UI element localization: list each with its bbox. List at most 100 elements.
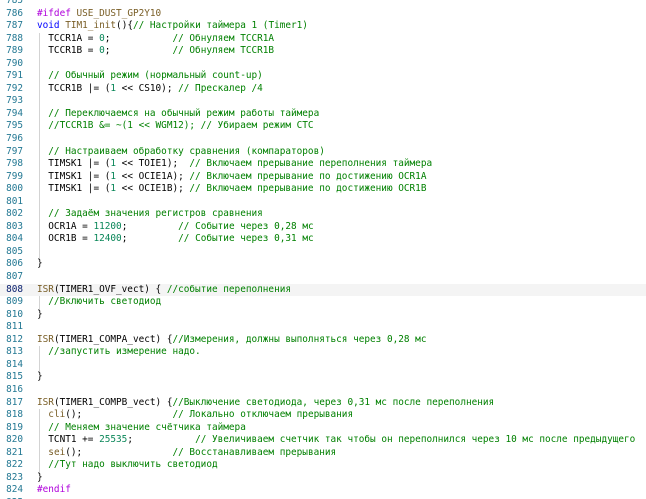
line-text: // Задаём значения регистров сравнения (37, 208, 263, 221)
line-text: //Тут надо выключить светодиод (37, 459, 218, 472)
code-line[interactable]: 786 #ifdef USE_DUST_GP2Y10 (0, 8, 646, 21)
line-number: 808 (6, 283, 23, 295)
code-line[interactable]: 789 TCCR1B = 0; // Обнуляем TCCR1B (0, 45, 646, 58)
code-line[interactable]: 804 OCR1B = 12400; // Событие через 0,31… (0, 233, 646, 246)
code-token-com: // Восстанавливаем прерывания (172, 446, 337, 458)
code-token-com: // Прескалер /4 (178, 82, 263, 94)
line-number: 795 (6, 120, 23, 132)
code-token-plain: ; (121, 233, 179, 245)
code-line[interactable]: 807 (0, 271, 646, 284)
code-line[interactable]: 802 // Задаём значения регистров сравнен… (0, 208, 646, 221)
line-text: TCCR1B |= (1 << CS10); // Прескалер /4 (37, 83, 263, 96)
code-token-com: //Включить светодиод (37, 296, 162, 308)
code-token-plain: OCR1B = (37, 233, 94, 245)
code-token-com: // Включаем прерывание по достижению OCR… (189, 183, 427, 195)
line-number: 805 (6, 245, 23, 257)
line-text: OCR1B = 12400; // Событие через 0,31 мс (37, 233, 313, 246)
code-line[interactable]: 797 // Настраиваем обработку сравнения (… (0, 145, 646, 159)
line-number: 819 (6, 421, 23, 433)
code-line[interactable]: 796 (0, 133, 646, 146)
line-number: 803 (6, 220, 23, 232)
line-number: 813 (6, 346, 23, 358)
line-text: TIMSK1 |= (1 << OCIE1A); // Включаем пре… (37, 171, 426, 184)
code-line[interactable]: 794 // Переключаемся на обычный режим ра… (0, 107, 646, 121)
line-number: 785 (6, 0, 23, 6)
code-line[interactable]: 801 (0, 195, 646, 209)
code-token-fn: sei (48, 446, 66, 458)
line-number: 817 (6, 396, 23, 408)
code-line[interactable]: 811 (0, 321, 646, 334)
code-line[interactable]: 792 TCCR1B |= (1 << CS10); // Прескалер … (0, 82, 646, 96)
line-number: 787 (6, 20, 23, 32)
line-text: #endif (37, 484, 71, 497)
code-line[interactable]: 821 sei(); // Восстанавливаем прерывания (0, 446, 646, 460)
line-number: 791 (6, 70, 23, 82)
code-line[interactable]: 819 // Меняем значение счётчика таймера (0, 421, 646, 435)
code-line[interactable]: 823} (0, 472, 646, 485)
line-number: 811 (6, 321, 23, 333)
code-line[interactable]: 822 //Тут надо выключить светодиод (0, 459, 646, 472)
code-line[interactable]: 820 TCNT1 += 25535; // Увеличиваем счетч… (0, 434, 646, 447)
code-token-com: // Настраиваем обработку сравнения (комп… (37, 145, 325, 157)
code-line[interactable]: 809 //Включить светодиод (0, 296, 646, 309)
code-token-com: //Измерения, должны выполняться через 0,… (172, 333, 427, 345)
code-line[interactable]: 787 void TIM1_init(){// Настройки таймера… (0, 20, 646, 33)
line-number: 802 (6, 208, 23, 220)
code-line[interactable]: 788 TCCR1A = 0; // Обнуляем TCCR1A (0, 32, 646, 46)
line-text: ISR(TIMER1_OVF_vect) { //событие перепол… (37, 284, 291, 297)
code-line[interactable]: 824 #endif (0, 484, 646, 497)
code-line[interactable]: 793 (0, 95, 646, 108)
code-token-plain: (TIMER1_COMPB_vect) { (53, 396, 173, 408)
line-text: } (37, 371, 43, 384)
code-line[interactable]: 806} (0, 258, 646, 271)
code-token-com: // Меняем значение счётчика таймера (37, 421, 246, 433)
code-line[interactable]: 790 (0, 57, 646, 71)
code-token-com: // Переключаемся на обычный режим работы… (37, 107, 320, 119)
line-number: 798 (6, 158, 23, 170)
code-line[interactable]: 798 TIMSK1 |= (1 << TOIE1); // Включаем … (0, 158, 646, 171)
line-number: 814 (6, 358, 23, 370)
code-line[interactable]: 814 (0, 358, 646, 372)
code-token-plain: (){ (116, 20, 133, 32)
code-line[interactable]: 803 OCR1A = 11200; // Событие через 0,28… (0, 220, 646, 234)
code-token-plain: (TIMER1_COMPA_vect) { (53, 333, 173, 345)
code-token-com: //Тут надо выключить светодиод (37, 459, 218, 471)
code-token-plain: TCCR1B |= ( (37, 82, 111, 94)
code-line[interactable]: 810} (0, 309, 646, 322)
code-token-plain: ; (104, 45, 173, 57)
code-line[interactable]: 815} (0, 371, 646, 384)
line-number: 796 (6, 133, 23, 145)
line-number: 790 (6, 57, 23, 69)
code-token-num: 11200 (93, 220, 122, 232)
code-line[interactable]: 785 (0, 0, 646, 8)
line-number: 799 (6, 170, 23, 182)
code-line[interactable]: 808 ISR(TIMER1_OVF_vect) { //событие пере… (0, 283, 646, 297)
code-line[interactable]: 795 //TCCR1B &= ~(1 << WGM12); // Убирае… (0, 120, 646, 134)
code-editor[interactable]: 785 786 #ifdef USE_DUST_GP2Y10 787 void TIM1… (0, 0, 646, 499)
line-number: 807 (6, 271, 23, 283)
line-number: 789 (6, 45, 23, 57)
line-text: // Меняем значение счётчика таймера (37, 422, 246, 435)
code-area[interactable]: 785 786 #ifdef USE_DUST_GP2Y10 787 void TIM1… (0, 0, 646, 499)
code-line[interactable]: 812 ISR(TIMER1_COMPA_vect) {//Измерения, … (0, 334, 646, 347)
code-line[interactable]: 813 //запустить измерение надо. (0, 346, 646, 359)
code-line[interactable]: 816 (0, 384, 646, 397)
code-line[interactable]: 799 TIMSK1 |= (1 << OCIE1A); // Включаем… (0, 170, 646, 184)
line-text: TCCR1A = 0; // Обнуляем TCCR1A (37, 33, 274, 46)
code-token-plain: TIMSK1 |= ( (37, 170, 111, 182)
code-token-plain: ; (104, 32, 173, 44)
code-token-com: // Включаем прерывание переполнения тайм… (189, 158, 433, 170)
line-number: 801 (6, 195, 23, 207)
line-number: 820 (6, 434, 23, 446)
line-number: 816 (6, 383, 23, 395)
code-line[interactable]: 818 cli(); // Локально отключаем прерыва… (0, 409, 646, 422)
code-line[interactable]: 805 (0, 245, 646, 259)
code-line[interactable]: 800 TIMSK1 |= (1 << OCIE1B); // Включаем… (0, 183, 646, 196)
line-number: 806 (6, 258, 23, 270)
code-token-plain: ; (121, 220, 179, 232)
code-token-num: 25535 (99, 434, 128, 446)
code-line[interactable]: 817 ISR(TIMER1_COMPB_vect) {//Выключение … (0, 397, 646, 410)
code-line[interactable]: 791 // Обычный режим (нормальный count-u… (0, 70, 646, 83)
code-token-fn: ISR (37, 333, 54, 345)
